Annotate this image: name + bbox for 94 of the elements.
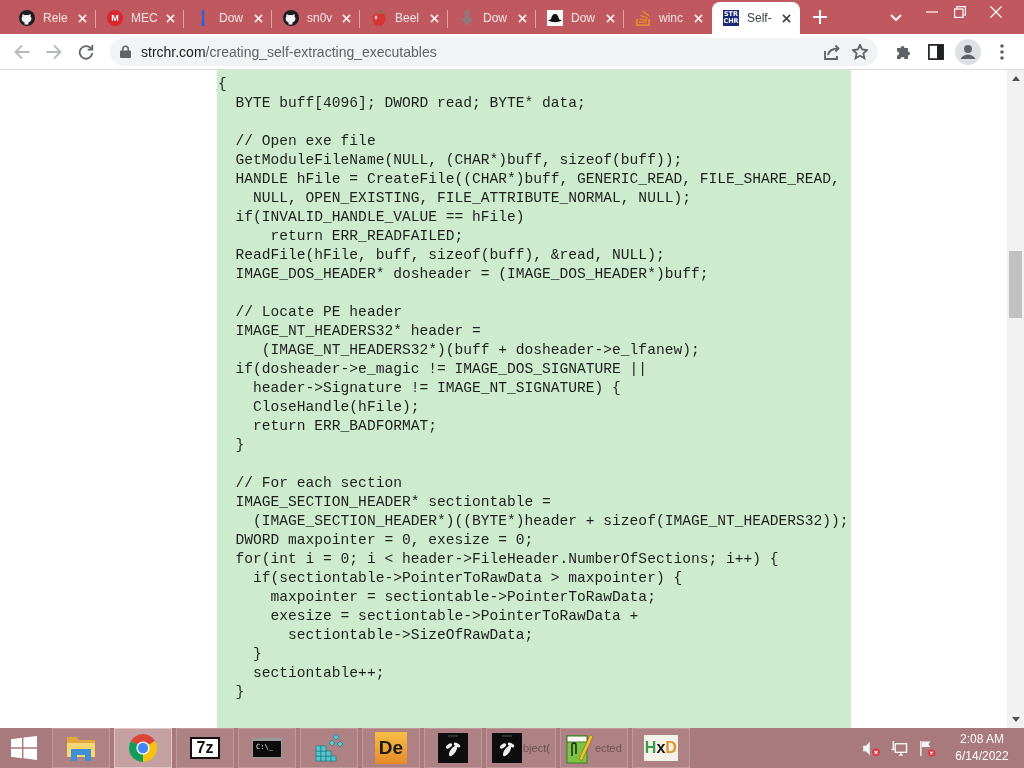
taskbar-button[interactable]: De — [362, 728, 420, 768]
code-line: return ERR_BADFORMAT; — [252, 417, 438, 436]
star-icon — [852, 43, 868, 60]
insect-tile-icon — [438, 733, 468, 763]
close-icon — [990, 6, 1002, 18]
restore-icon — [954, 6, 966, 18]
browser-logo-icon — [128, 733, 158, 763]
code-line: } — [252, 645, 263, 664]
app-logo: HxD — [643, 735, 678, 761]
taskbar-button[interactable]: ected — [559, 728, 628, 768]
plus-icon — [813, 10, 827, 24]
code-line: // Open exe file — [234, 132, 377, 151]
triangle-down-icon — [1011, 717, 1020, 722]
profile-button[interactable] — [954, 37, 982, 66]
code-line: maxpointer = sectiontable->PointerToRawData; — [269, 588, 657, 607]
code-line: (IMAGE_NT_HEADERS32*)(buff + dosheader->e_lfanew); — [260, 341, 701, 360]
close-icon — [429, 13, 439, 23]
code-line: (IMAGE_SECTION_HEADER*)((BYTE*)header + sizeof(IMAGE_NT_HEADERS32)); — [252, 512, 850, 531]
apple-icon — [371, 10, 387, 26]
insect-tile-icon — [492, 733, 522, 763]
code-line: IMAGE_DOS_HEADER* dosheader = (IMAGE_DOS_HEADER*)buff; — [234, 265, 710, 284]
clock-time: 2:08 AM — [960, 731, 1004, 748]
code-line: for(int i = 0; i < header->FileHeader.NumberOfSections; i++) { — [234, 550, 780, 569]
code-line: IMAGE_SECTION_HEADER* sectiontable = — [234, 493, 552, 512]
app-logo: 7z — [190, 737, 220, 759]
code-line: if(dosheader->e_magic != IMAGE_DOS_SIGNATURE || — [234, 360, 649, 379]
code-line: header->Signature != IMAGE_NT_SIGNATURE) { — [252, 379, 622, 398]
code-line: ReadFile(hFile, buff, sizeof(buff), &read, NULL); — [234, 246, 666, 265]
close-icon — [605, 13, 615, 23]
code-line: if(INVALID_HANDLE_VALUE == hFile) — [234, 208, 526, 227]
avatar-icon — [955, 38, 981, 65]
lock-icon — [120, 45, 131, 58]
cat-logo-icon — [283, 10, 299, 26]
hat-icon — [547, 10, 563, 26]
browser-tab[interactable]: winc — [624, 2, 712, 34]
tray-icon — [635, 10, 651, 26]
code-line: return ERR_READFAILED; — [269, 227, 465, 246]
close-icon — [253, 13, 263, 23]
muted-speaker-icon[interactable] — [862, 739, 880, 757]
close-icon — [517, 13, 527, 23]
folder-icon — [66, 735, 96, 761]
cubes-icon — [314, 733, 344, 763]
close-icon — [165, 13, 175, 23]
code-line: // For each section — [234, 474, 403, 493]
code-line: GetModuleFileName(NULL, (CHAR*)buff, sizeof(buff)); — [234, 151, 684, 170]
code-line: if(sectiontable->PointerToRawData > maxpointer) { — [252, 569, 684, 588]
taskbar-button[interactable]: 7z — [176, 728, 234, 768]
code-line: } — [234, 436, 246, 455]
browser-tab[interactable]: Dow — [448, 2, 536, 34]
browser-tab[interactable]: Dow — [536, 2, 624, 34]
code-line: } — [234, 683, 246, 702]
taskbar-button[interactable]: HxD — [631, 728, 690, 768]
code-line: HANDLE hFile = CreateFile((CHAR*)buff, GENERIC_READ, FILE_SHARE_READ, — [234, 170, 841, 189]
code-line: NULL, OPEN_EXISTING, FILE_ATTRIBUTE_NORMAL, NULL); — [252, 189, 692, 208]
code-line: IMAGE_NT_HEADERS32* header = — [234, 322, 482, 341]
scrollbar-track[interactable] — [1007, 70, 1024, 728]
code-line: exesize = sectiontable->PointerToRawData + — [269, 607, 640, 626]
browser-tab[interactable]: sn0v — [272, 2, 360, 34]
code-line: sectiontable++; — [252, 664, 386, 683]
minimize-icon — [926, 11, 938, 13]
close-icon — [341, 13, 351, 23]
app-logo: De — [375, 732, 407, 764]
clock-date: 6/14/2022 — [955, 748, 1009, 765]
code-line: BYTE buff[4096]; DWORD read; BYTE* data; — [234, 94, 587, 113]
triangle-up-icon — [1011, 76, 1020, 81]
menu-icon — [1000, 43, 1004, 60]
browser-tab[interactable]: M MEC — [96, 2, 184, 34]
browser-tab[interactable]: Dow — [184, 2, 272, 34]
reload-icon — [78, 43, 94, 60]
browser-tab[interactable]: Rele — [8, 2, 96, 34]
puzzle-icon — [896, 43, 912, 60]
caret-icon — [890, 13, 902, 21]
letter-logo: M — [107, 10, 123, 26]
close-icon — [77, 13, 87, 23]
cat-logo-icon — [19, 10, 35, 26]
code-line: { — [218, 75, 228, 94]
taskbar-button[interactable]: bject( — [486, 728, 556, 768]
browser-tab[interactable]: Beel — [360, 2, 448, 34]
notepad-pencil-icon — [565, 732, 594, 764]
arrow-down-icon — [459, 10, 475, 26]
side-panel-icon — [928, 43, 944, 60]
code-line: CloseHandle(hFile); — [252, 398, 421, 417]
flag-icon[interactable] — [918, 739, 936, 757]
taskbar-button[interactable] — [424, 728, 482, 768]
code-line: sectiontable->SizeOfRawData; — [287, 626, 535, 645]
close-icon — [693, 13, 703, 23]
windows-logo-icon — [11, 736, 37, 760]
share-icon — [824, 43, 840, 60]
network-icon[interactable] — [890, 739, 908, 757]
code-line: DWORD maxpointer = 0, exesize = 0; — [234, 531, 535, 550]
scrollbar-thumb[interactable] — [1009, 251, 1022, 318]
code-line: // Locate PE header — [234, 303, 403, 322]
close-icon — [781, 13, 791, 23]
url-text[interactable]: strchr.com/creating_self-extracting_executables — [141, 43, 437, 60]
